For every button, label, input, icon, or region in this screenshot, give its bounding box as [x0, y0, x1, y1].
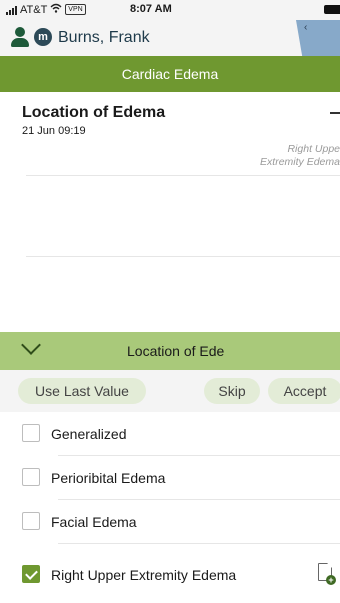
option-label: Perioribital Edema	[51, 470, 166, 486]
minus-icon[interactable]	[330, 112, 340, 114]
accept-button[interactable]: Accept	[268, 378, 340, 404]
divider	[58, 543, 340, 544]
divider	[26, 175, 340, 176]
carrier-label: AT&T	[20, 3, 48, 16]
checkbox-checked[interactable]	[22, 565, 40, 583]
status-time: 8:07 AM	[130, 3, 172, 15]
options-list: Generalized Perioribital Edema Facial Ed…	[0, 412, 340, 603]
patient-badge: m	[34, 28, 52, 46]
checkbox[interactable]	[22, 512, 40, 530]
plus-icon[interactable]: +	[326, 575, 336, 585]
signal-icon	[6, 5, 17, 15]
checkbox[interactable]	[22, 468, 40, 486]
person-icon	[10, 27, 30, 47]
section-title: Cardiac Edema	[121, 66, 219, 82]
detail-title: Location of Edema	[22, 104, 166, 121]
chevron-left-icon: ‹	[304, 22, 308, 33]
option-facial-edema[interactable]: Facial Edema	[0, 500, 340, 544]
patient-name[interactable]: Burns, Frank	[58, 29, 150, 47]
option-perioribital-edema[interactable]: Perioribital Edema	[0, 456, 340, 500]
divider	[26, 256, 340, 257]
skip-button[interactable]: Skip	[204, 378, 260, 404]
option-label: Right Upper Extremity Edema	[51, 567, 237, 583]
detail-panel: Location of Edema 21 Jun 09:19 Right Upp…	[0, 92, 340, 332]
detail-datetime: 21 Jun 09:19	[22, 125, 86, 137]
status-bar: AT&T VPN 8:07 AM	[0, 0, 340, 20]
option-label: Facial Edema	[51, 514, 137, 530]
checkbox[interactable]	[22, 424, 40, 442]
battery-icon	[324, 5, 340, 14]
wifi-icon	[50, 3, 62, 16]
detail-value-line2: Extremity Edema	[260, 156, 340, 168]
section-header: Cardiac Edema	[0, 56, 340, 92]
action-bar: Use Last Value Skip Accept	[0, 370, 340, 412]
picker-title: Location of Ede	[127, 343, 225, 359]
detail-value-line1: Right Uppe	[287, 143, 340, 155]
status-left: AT&T VPN	[6, 3, 86, 16]
side-panel-tab[interactable]: ‹	[296, 20, 340, 56]
option-label: Generalized	[51, 426, 127, 442]
patient-bar: m Burns, Frank ‹	[0, 20, 340, 56]
option-right-upper-extremity-edema[interactable]: Right Upper Extremity Edema +	[0, 553, 340, 597]
vpn-badge: VPN	[65, 4, 86, 15]
use-last-value-button[interactable]: Use Last Value	[18, 378, 146, 404]
detail-value: Right Uppe Extremity Edema	[190, 143, 340, 169]
chevron-down-icon[interactable]	[21, 335, 41, 355]
option-generalized[interactable]: Generalized	[0, 412, 340, 456]
picker-bar[interactable]: Location of Ede	[0, 332, 340, 370]
